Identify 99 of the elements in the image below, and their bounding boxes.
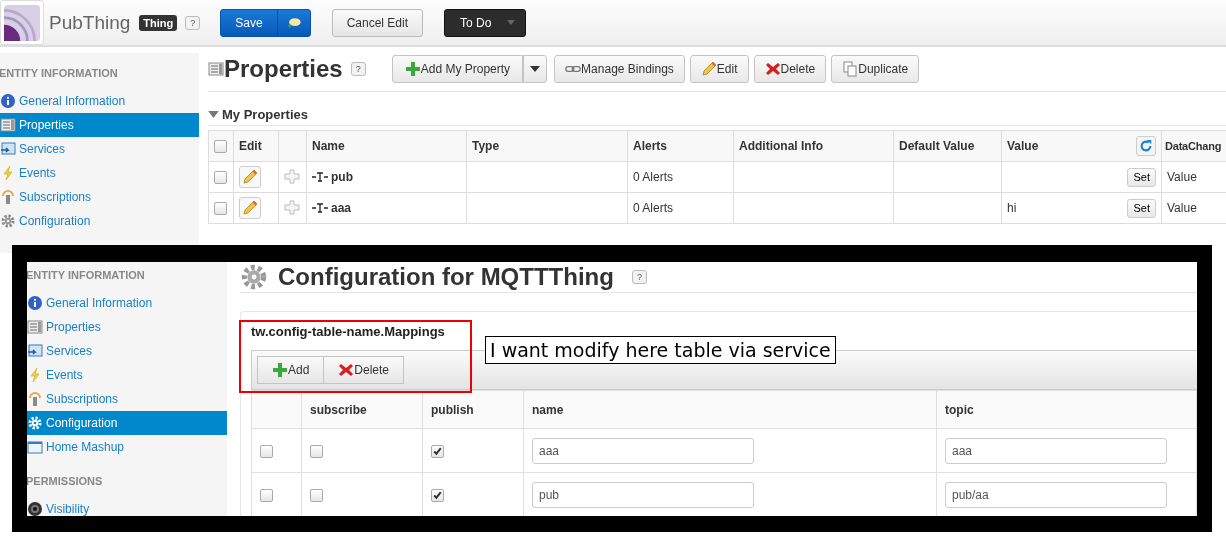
edit-button[interactable] [239,166,261,188]
sidebar-item[interactable]: General Information [27,291,227,315]
delete-button[interactable]: Delete [324,356,405,384]
table-title: tw.config-table-name.Mappings [251,323,446,338]
checkbox[interactable] [310,444,323,458]
sidebar-item[interactable]: Services [0,137,199,161]
column-header: publish [422,390,524,429]
sidebar-item[interactable]: Properties [27,315,227,339]
help-button[interactable]: ? [185,15,201,30]
caret-icon [530,66,541,72]
input-field[interactable]: pub [532,481,754,508]
sidebar-heading: ENTITY INFORMATION [27,269,146,283]
antenna-icon [0,189,16,205]
table-cell: 0 Alerts [627,192,734,224]
checkbox[interactable] [260,444,273,458]
toolbar-button[interactable]: Add My Property [391,55,524,83]
column-header: Type [466,130,628,162]
column-header: subscribe [301,390,423,429]
checkbox[interactable] [431,488,444,502]
checkbox[interactable] [214,202,227,216]
help-button[interactable]: ? [350,62,366,76]
column-header: Additional Info [733,130,894,162]
pencil-icon [242,169,258,185]
checkbox[interactable] [260,488,273,502]
delete-icon [338,362,355,378]
section-title: My Properties [222,106,308,122]
entity-name: PubThing [49,11,131,34]
page-title: Properties [224,55,343,83]
input-field[interactable]: aaa [945,437,1167,464]
toolbar-button[interactable]: Delete [753,55,827,83]
column-header: Default Value [893,130,1002,162]
delete-icon [764,61,781,77]
table-cell: pub [331,170,353,184]
input-field[interactable]: aaa [532,437,754,464]
sidebar-heading: PERMISSIONS [27,475,104,489]
toolbar-button[interactable]: Edit [689,55,749,83]
sidebar-item[interactable]: Events [27,363,227,387]
drag-handle-icon [284,169,300,185]
text-type-icon [312,172,328,182]
lightning-icon [0,165,16,181]
pencil-icon [700,61,717,77]
refresh-button[interactable] [1136,136,1156,156]
pages-icon [842,61,859,77]
entity-type-badge: Thing [139,14,178,31]
to-do-button[interactable]: To Do [444,8,527,37]
sidebar-item[interactable]: Subscriptions [0,185,199,209]
sidebar-item[interactable]: Configuration [0,209,199,233]
sidebar-item[interactable]: Configuration [27,411,227,435]
page-title: Configuration for MQTTThing [278,263,614,291]
refresh-icon [1139,139,1153,153]
text-type-icon [312,203,328,213]
caret-icon [507,20,516,25]
sidebar-item[interactable]: General Information [0,89,199,113]
column-header: DataChang [1161,130,1226,162]
list-icon [0,117,16,133]
sidebar-item[interactable]: Visibility [27,497,227,516]
column-header: name [523,390,937,429]
plus-icon [404,61,421,77]
column-header: Edit [233,130,279,162]
callout-note: I want modify here table via service [485,336,836,364]
checkbox[interactable] [431,444,444,458]
toolbar-button[interactable]: Duplicate [831,55,920,83]
cancel-edit-button[interactable]: Cancel Edit [331,8,424,37]
table-cell: Value [1161,161,1226,193]
sidebar-item[interactable]: Subscriptions [27,387,227,411]
gear-icon [27,415,43,431]
table-cell: 0 Alerts [627,161,734,193]
dropdown-button[interactable] [523,55,548,83]
sidebar-item[interactable]: Home Mashup [27,435,227,459]
table-cell: aaa [331,201,352,215]
column-header: Name [306,130,467,162]
input-field[interactable]: pub/aa [945,481,1167,508]
column-header: topic [936,390,1197,429]
checkbox[interactable] [310,488,323,502]
lens-icon [27,501,43,516]
set-button[interactable]: Set [1127,198,1156,218]
drag-handle-icon [284,200,300,216]
edit-button[interactable] [239,197,261,219]
lightning-icon [27,367,43,383]
add-button[interactable]: Add [257,356,325,384]
set-button[interactable]: Set [1127,167,1156,187]
comment-icon [285,15,302,30]
sidebar-item[interactable]: Properties [0,113,199,137]
list-icon [208,60,224,78]
checkbox[interactable] [214,140,227,154]
toolbar-button[interactable]: Manage Bindings [554,55,685,83]
save-button[interactable]: Save [220,8,311,37]
sidebar-item[interactable]: Events [0,161,199,185]
column-header: Value [1007,139,1039,153]
sidebar-heading: ENTITY INFORMATION [0,67,119,81]
table-cell: Value [1161,192,1226,224]
help-button[interactable]: ? [631,270,647,284]
pencil-icon [242,200,258,216]
plus-icon [272,362,288,378]
table-cell: hi [1007,201,1017,215]
column-header: Alerts [627,130,734,162]
antenna-icon [27,391,43,407]
sidebar-item[interactable]: Services [27,339,227,363]
checkbox[interactable] [214,171,227,185]
